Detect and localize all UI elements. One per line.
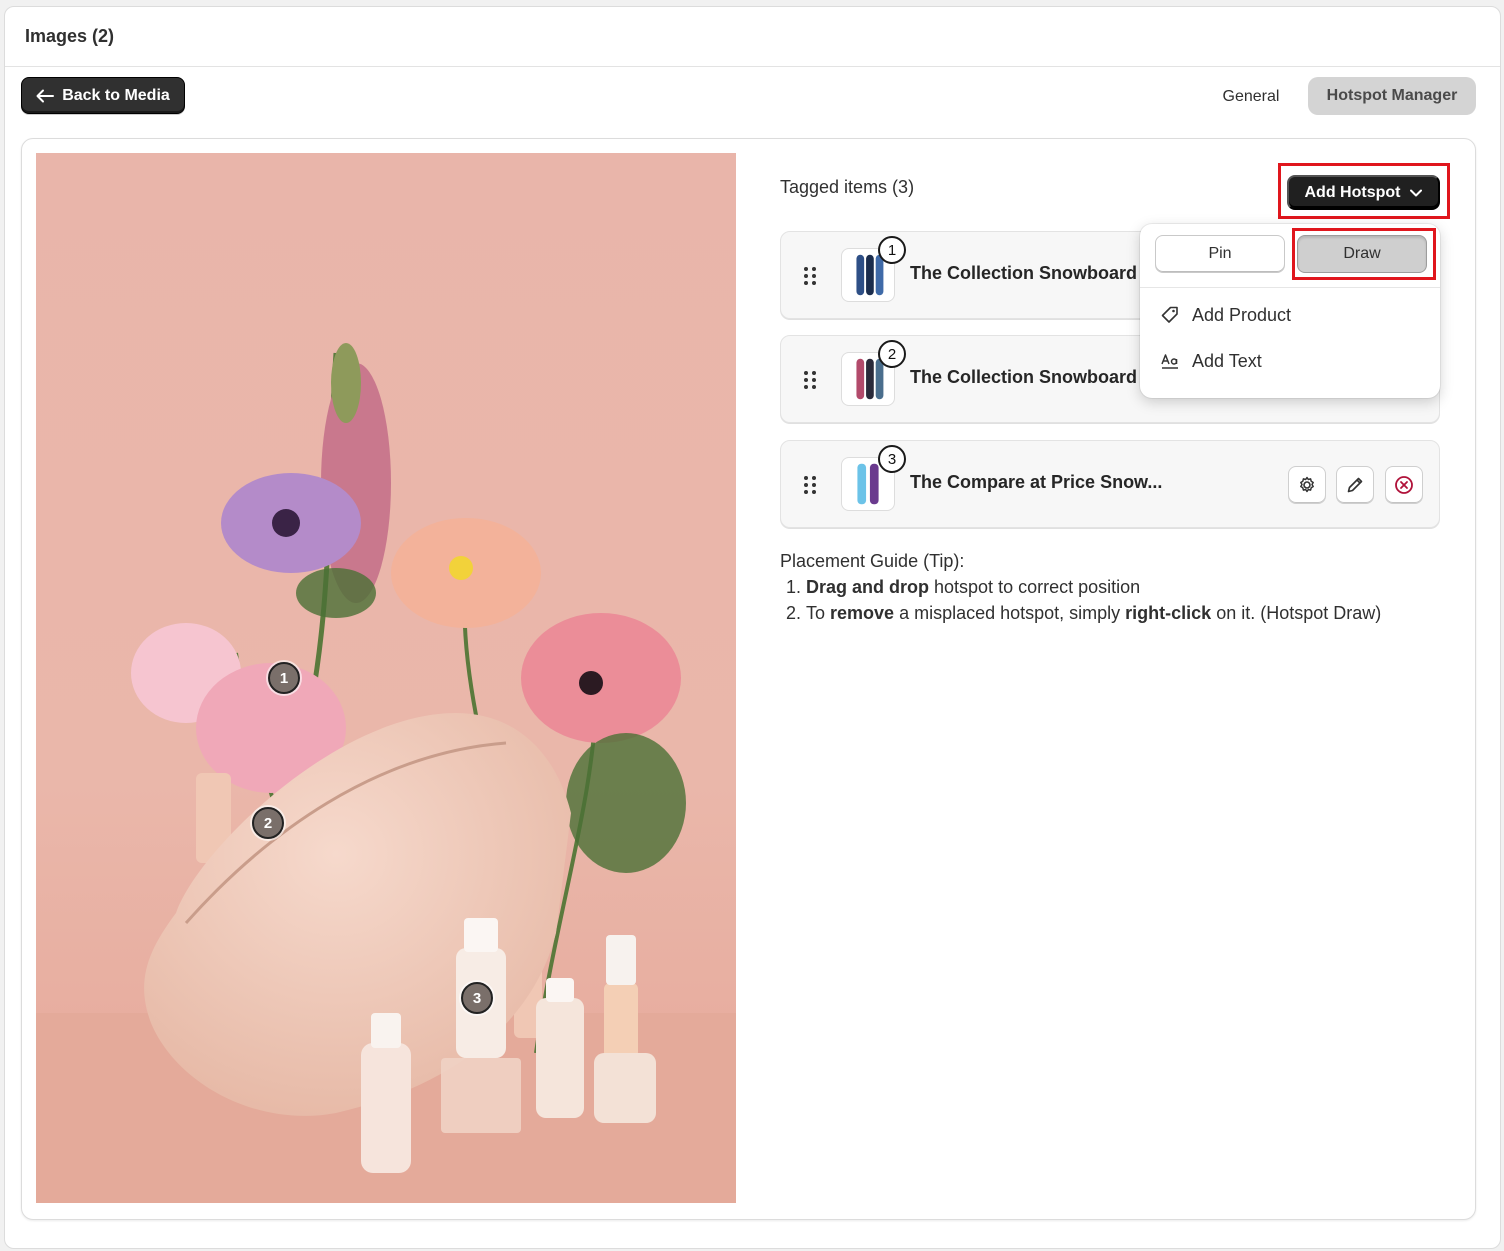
guide-title: Placement Guide (Tip): [780,551,965,571]
item-delete-button[interactable] [1385,466,1423,504]
tab-general[interactable]: General [1203,79,1299,115]
page-title: Images (2) [25,26,115,46]
hotspot-marker-1[interactable]: 1 [268,662,300,694]
hotspot-marker-2[interactable]: 2 [252,807,284,839]
text-format-icon [1161,354,1178,369]
item-product-name: The Compare at Price Snow... [910,472,1163,492]
tab-hotspot-manager[interactable]: Hotspot Manager [1308,77,1476,115]
drag-handle-icon[interactable] [803,475,817,495]
item-number-badge: 3 [878,445,906,473]
gear-icon [1300,476,1314,493]
product-image-illustration [36,153,736,1203]
tagged-item-row: 3 The Compare at Price Snow... [780,440,1440,528]
drag-handle-icon[interactable] [803,370,817,390]
arrow-left-icon [36,89,55,102]
add-hotspot-button[interactable]: Add Hotspot [1287,175,1440,210]
add-hotspot-dropdown: Pin Draw Add Product Add Text [1140,224,1440,398]
dropdown-divider [1140,287,1440,288]
add-product-menu-item[interactable]: Add Product [1148,295,1432,335]
item-edit-button[interactable] [1336,466,1374,504]
add-text-menu-item[interactable]: Add Text [1148,341,1432,381]
back-to-media-label: Back to Media [62,86,170,104]
item-product-name: The Collection Snowboard [910,263,1138,283]
chevron-down-icon [1410,189,1423,196]
add-text-label: Add Text [1192,350,1262,371]
hotspot-marker-3[interactable]: 3 [461,982,493,1014]
close-circle-icon [1395,476,1413,494]
draw-mode-button[interactable]: Draw [1297,235,1427,273]
add-hotspot-label: Add Hotspot [1304,183,1401,201]
drag-handle-icon[interactable] [803,266,817,286]
product-image[interactable]: 1 2 3 [36,153,736,1203]
item-number-badge: 1 [878,236,906,264]
back-to-media-button[interactable]: Back to Media [21,77,185,114]
tagged-items-title: Tagged items (3) [780,177,915,197]
pencil-icon [1347,477,1363,493]
item-settings-button[interactable] [1288,466,1326,504]
pin-mode-button[interactable]: Pin [1155,235,1285,273]
add-product-label: Add Product [1192,304,1292,325]
guide-step-2: To remove a misplaced hotspot, simply ri… [806,600,1381,626]
guide-step-1: Drag and drop hotspot to correct positio… [806,574,1381,600]
card-header: Images (2) [5,7,1500,67]
tag-icon [1161,306,1178,323]
guide-steps: Drag and drop hotspot to correct positio… [780,574,1381,626]
placement-guide: Placement Guide (Tip): Drag and drop hot… [780,548,1381,626]
item-product-name: The Collection Snowboard [910,367,1138,387]
item-number-badge: 2 [878,340,906,368]
